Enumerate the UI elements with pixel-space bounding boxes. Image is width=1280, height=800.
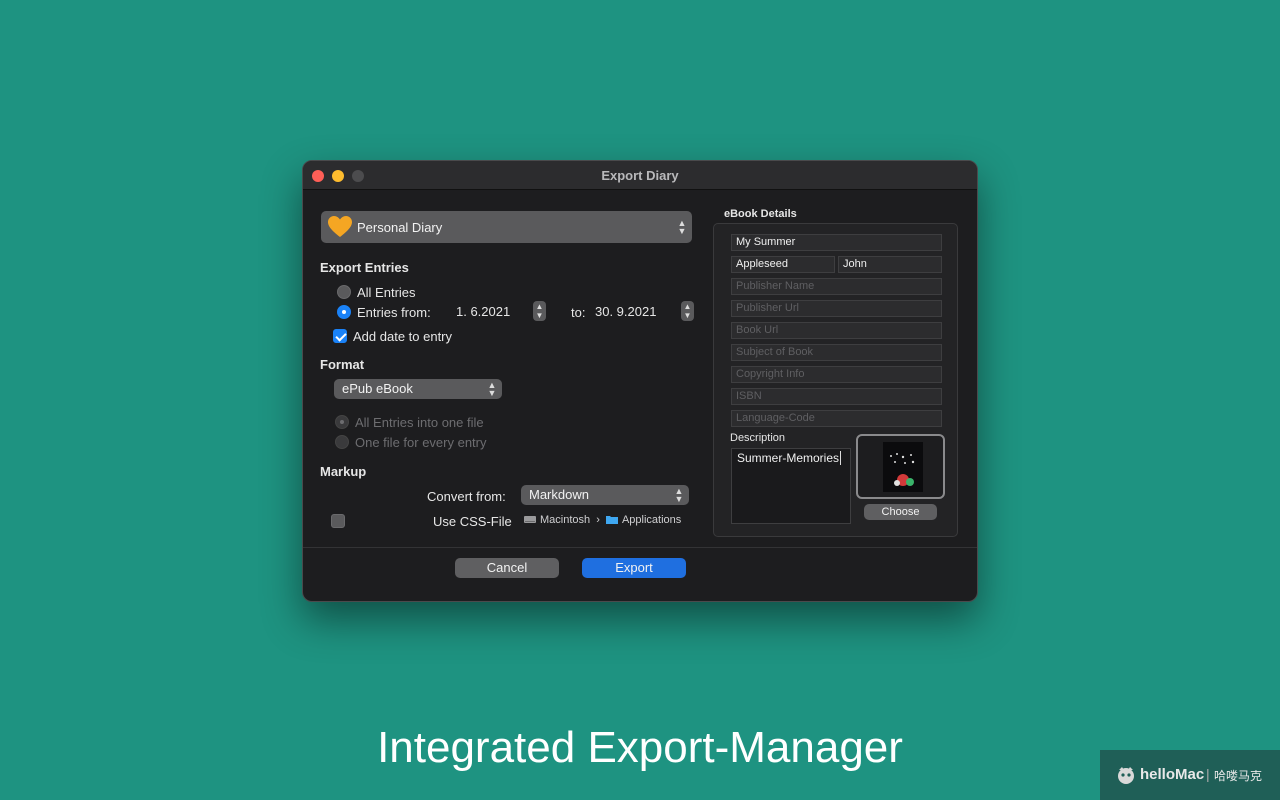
format-select-value: ePub eBook xyxy=(342,381,413,396)
choose-cover-button[interactable]: Choose xyxy=(864,504,937,520)
cover-artwork-icon xyxy=(883,442,923,492)
one-file-radio[interactable] xyxy=(335,415,349,429)
publisher-name-field[interactable]: Publisher Name xyxy=(731,278,942,295)
convert-from-select[interactable]: Markdown ▲ ▼ xyxy=(521,485,689,505)
book-url-field[interactable]: Book Url xyxy=(731,322,942,339)
watermark-cn: 哈喽马克 xyxy=(1214,769,1263,783)
description-text: Summer-Memories xyxy=(737,451,840,465)
cover-image-well[interactable] xyxy=(856,434,945,499)
to-date-stepper[interactable]: ▲ ▼ xyxy=(681,301,694,321)
each-file-label: One file for every entry xyxy=(355,435,487,450)
all-entries-radio[interactable] xyxy=(337,285,351,299)
each-file-radio[interactable] xyxy=(335,435,349,449)
to-date-field[interactable]: 30. 9.2021 xyxy=(595,304,656,319)
markup-heading: Markup xyxy=(320,464,367,479)
all-entries-label: All Entries xyxy=(357,285,416,300)
format-select[interactable]: ePub eBook ▲ ▼ xyxy=(334,379,502,399)
export-entries-heading: Export Entries xyxy=(320,260,409,275)
convert-from-value: Markdown xyxy=(529,487,589,502)
cancel-button[interactable]: Cancel xyxy=(455,558,559,578)
subject-field[interactable]: Subject of Book xyxy=(731,344,942,361)
cover-image xyxy=(883,442,923,492)
from-date-field[interactable]: 1. 6.2021 xyxy=(456,304,510,319)
book-title-field[interactable]: My Summer xyxy=(731,234,942,251)
journal-select-value: Personal Diary xyxy=(357,220,443,235)
journal-select[interactable]: Personal Diary ▲ ▼ xyxy=(321,211,692,243)
folder-icon xyxy=(605,516,618,524)
description-textarea[interactable]: Summer-Memories xyxy=(731,448,851,524)
to-label: to: xyxy=(571,305,586,320)
copyright-field[interactable]: Copyright Info xyxy=(731,366,942,383)
add-date-checkbox[interactable] xyxy=(333,329,347,343)
css-path-control[interactable]: Macintosh › Applications xyxy=(524,514,681,526)
chevron-updown-icon: ▲ ▼ xyxy=(674,486,684,504)
promo-caption: Integrated Export-Manager xyxy=(377,723,903,772)
path-folder-label: Applications xyxy=(621,514,682,526)
format-heading: Format xyxy=(320,357,365,372)
chevron-updown-icon: ▲ ▼ xyxy=(677,218,687,236)
ebook-details-heading: eBook Details xyxy=(724,208,797,220)
title-bar: Export Diary xyxy=(303,161,977,190)
entries-from-radio[interactable] xyxy=(337,305,351,319)
isbn-field[interactable]: ISBN xyxy=(731,388,942,405)
add-date-label: Add date to entry xyxy=(353,329,453,344)
window-title: Export Diary xyxy=(601,168,679,183)
publisher-url-field[interactable]: Publisher Url xyxy=(731,300,942,317)
from-date-stepper[interactable]: ▲ ▼ xyxy=(533,301,546,321)
use-css-label: Use CSS-File xyxy=(433,514,512,529)
author-first-name-field[interactable]: John xyxy=(838,256,942,273)
description-label: Description xyxy=(730,432,786,444)
path-separator: › xyxy=(596,514,600,526)
use-css-checkbox[interactable] xyxy=(331,514,345,528)
watermark-brand: helloMac xyxy=(1140,766,1205,783)
author-last-name-field[interactable]: Appleseed xyxy=(731,256,835,273)
watermark-separator: | xyxy=(1206,766,1210,782)
heart-icon xyxy=(328,216,352,237)
convert-from-label: Convert from: xyxy=(427,489,506,504)
export-diary-window: Export Diary Personal Diary ▲ ▼ Export En… xyxy=(302,160,978,602)
entries-from-label: Entries from: xyxy=(357,305,431,320)
one-file-label: All Entries into one file xyxy=(355,415,484,430)
language-code-field[interactable]: Language-Code xyxy=(731,410,942,427)
hard-disk-icon xyxy=(524,516,536,523)
chevron-updown-icon: ▲ ▼ xyxy=(487,380,497,398)
path-disk-label: Macintosh xyxy=(540,514,591,526)
watermark: helloMac | 哈喽马克 xyxy=(1100,750,1280,800)
footer-separator xyxy=(303,547,977,548)
hellomac-logo-icon xyxy=(1118,767,1134,784)
export-button[interactable]: Export xyxy=(582,558,686,578)
